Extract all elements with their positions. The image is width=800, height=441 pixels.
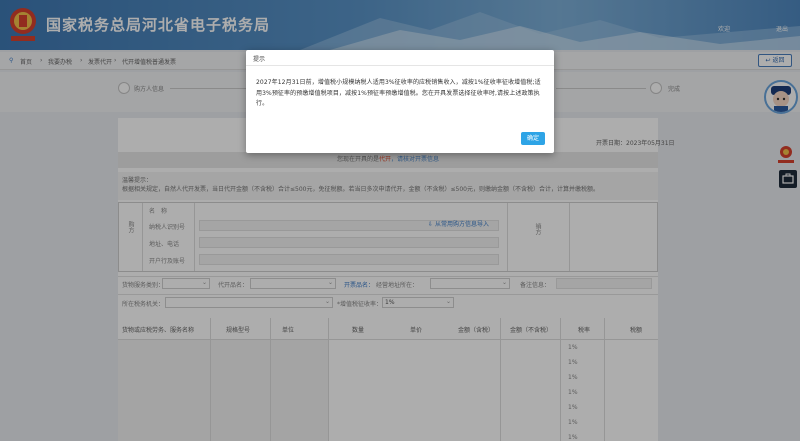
dialog-header [246,50,554,66]
notice-dialog: 提示 2027年12月31日前，增值税小规模纳税人适用3%征收率的应税销售收入，… [246,50,554,153]
dialog-title: 提示 [253,56,266,63]
dialog-message: 2027年12月31日前，增值税小规模纳税人适用3%征收率的应税销售收入，减按1… [256,79,541,107]
confirm-button[interactable]: 确定 [521,132,545,145]
